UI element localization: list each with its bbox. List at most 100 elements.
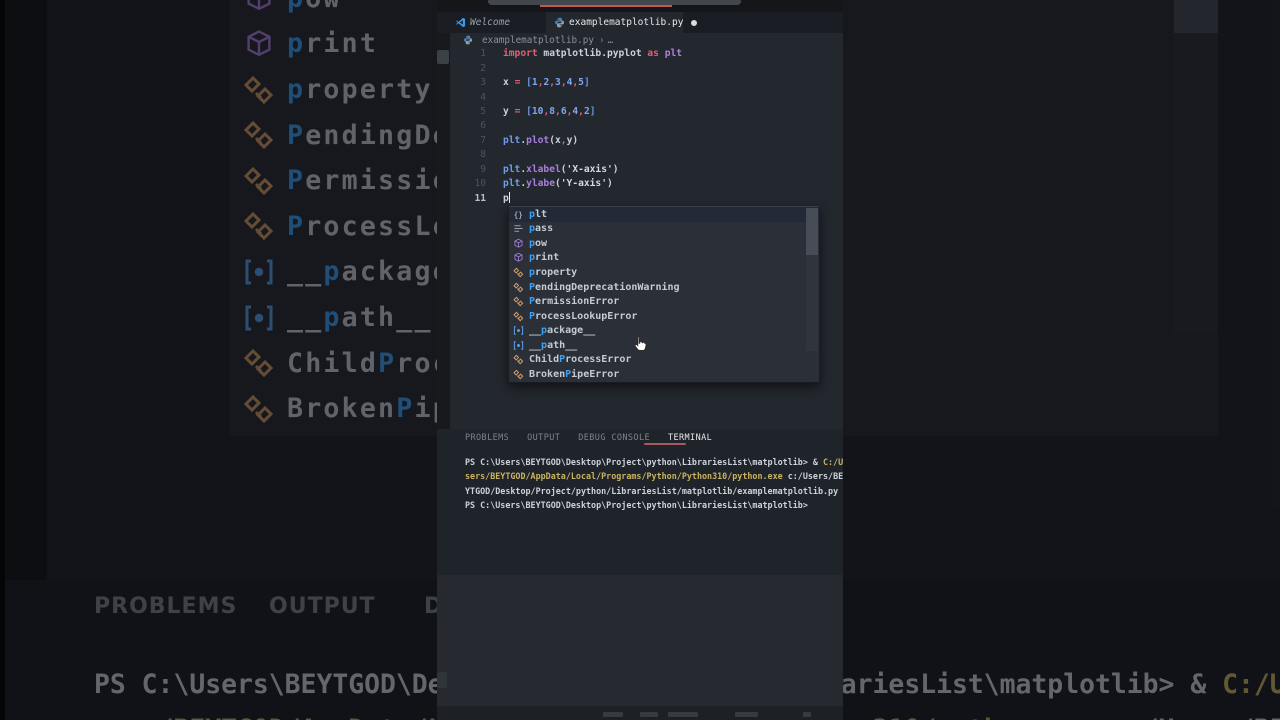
suggestion-item[interactable]: print — [509, 251, 819, 266]
class-symbol-icon — [513, 369, 524, 380]
terminal-output[interactable]: PS C:\Users\BEYTGOD\Desktop\Project\pyth… — [465, 455, 843, 512]
tab-welcome-label: Welcome — [470, 17, 511, 28]
vscode-window: Welcome examplematplotlib.py examplematp… — [437, 0, 843, 720]
code-text: import matplotlib.pyplot as plt — [503, 48, 683, 60]
class-symbol-icon — [513, 282, 524, 293]
code-line[interactable]: 1 import matplotlib.pyplot as plt — [450, 47, 843, 61]
suggestion-item[interactable]: ProcessLookupError — [509, 309, 819, 324]
terminal-line: PS C:\Users\BEYTGOD\Desktop\Project\pyth… — [465, 457, 843, 467]
function-symbol-icon — [513, 252, 524, 263]
suggestion-item[interactable]: pow — [509, 236, 819, 251]
code-text: plt.ylabe('Y-axis') — [503, 178, 613, 190]
suggestion-item[interactable]: pass — [509, 222, 819, 237]
suggestion-label: ChildProcessError — [529, 354, 632, 366]
suggestion-item[interactable]: __package__ — [509, 323, 819, 338]
panel-tab-problems[interactable]: PROBLEMS — [465, 433, 509, 443]
panel-tab-terminal[interactable]: TERMINAL — [668, 433, 712, 443]
keyword-symbol-icon — [513, 223, 524, 234]
taskbar-icon-mark — [640, 712, 658, 717]
code-text: p — [503, 191, 511, 204]
taskbar-icon-mark — [803, 712, 811, 717]
line-number: 10 — [474, 178, 486, 190]
ui-fragment — [437, 50, 449, 64]
class-symbol-icon — [513, 267, 524, 278]
class-symbol-icon — [513, 296, 524, 307]
tab-examplematplotlib[interactable]: examplematplotlib.py — [546, 12, 698, 33]
suggestion-label: pass — [529, 223, 554, 235]
code-line[interactable]: 5 y = [10,8,6,4,2] — [450, 105, 843, 119]
video-letterbox-fill — [437, 575, 843, 706]
intellisense-dropdown: {} plt pass pow print property PendingDeprecat… — [508, 206, 820, 383]
field-symbol-icon — [513, 340, 524, 351]
suggestion-item[interactable]: ChildProcessError — [509, 352, 819, 367]
ui-fragment — [437, 672, 447, 688]
python-file-icon — [554, 17, 565, 28]
taskbar-icon-mark — [735, 712, 758, 717]
tab-welcome[interactable]: Welcome — [437, 12, 519, 33]
line-number: 9 — [480, 163, 486, 175]
breadcrumb-more[interactable]: … — [608, 35, 614, 46]
suggestion-label: print — [529, 252, 560, 264]
screen: {} plt pass pow print property PendingDeprecat… — [0, 0, 1280, 720]
suggestion-item[interactable]: __path__ — [509, 338, 819, 353]
suggestion-item[interactable]: property — [509, 265, 819, 280]
code-text: plt.xlabel('X-axis') — [503, 163, 619, 175]
class-symbol-icon — [513, 311, 524, 322]
field-symbol-icon — [513, 325, 524, 336]
code-line[interactable]: 10 plt.ylabe('Y-axis') — [450, 177, 843, 191]
unsaved-changes-dot[interactable] — [691, 19, 698, 26]
suggestion-label: PermissionError — [529, 296, 620, 308]
code-line[interactable]: 11 p — [450, 191, 843, 206]
tab-active-label: examplematplotlib.py — [569, 17, 684, 28]
function-symbol-icon — [513, 238, 524, 249]
text-cursor — [508, 191, 511, 203]
suggest-scrollbar-thumb[interactable] — [806, 208, 818, 255]
suggestion-item[interactable]: BrokenPipeError — [509, 367, 819, 382]
suggestion-label: ProcessLookupError — [529, 310, 638, 322]
line-number: 2 — [480, 62, 486, 74]
suggestion-label: __package__ — [529, 325, 596, 337]
suggestion-label: plt — [529, 208, 548, 220]
editor-tab-bar: Welcome examplematplotlib.py — [437, 12, 843, 33]
code-line[interactable]: 2 — [450, 62, 843, 76]
taskbar-icon-mark — [603, 712, 623, 717]
breadcrumb-separator: › — [598, 34, 605, 46]
suggestion-item[interactable]: {} plt — [509, 207, 819, 222]
suggest-scrollbar-track[interactable] — [806, 255, 818, 351]
python-file-icon — [463, 35, 474, 46]
code-editor[interactable]: 1 import matplotlib.pyplot as plt 2 3 x = [1… — [450, 47, 843, 206]
active-tab-top-border — [540, 5, 672, 7]
line-number: 8 — [480, 149, 486, 161]
code-text: plt.plot(x,y) — [503, 134, 579, 146]
line-number: 6 — [480, 120, 486, 132]
panel-tab-debug-console[interactable]: DEBUG CONSOLE — [578, 433, 650, 443]
class-symbol-icon — [513, 354, 524, 365]
code-line[interactable]: 3 x = [1,2,3,4,5] — [450, 76, 843, 90]
module-symbol-icon: {} — [513, 209, 524, 220]
terminal-line: sers/BEYTGOD/AppData/Local/Programs/Pyth… — [465, 471, 843, 482]
mouse-cursor — [632, 334, 649, 355]
code-line[interactable]: 9 plt.xlabel('X-axis') — [450, 163, 843, 177]
breadcrumb[interactable]: examplematplotlib.py › … — [450, 33, 843, 47]
line-number: 4 — [480, 91, 486, 103]
line-number: 3 — [480, 77, 486, 89]
terminal-tab-underline — [644, 443, 686, 445]
vscode-logo-icon — [455, 17, 466, 28]
code-line[interactable]: 4 — [450, 91, 843, 105]
terminal-line: YTGOD/Desktop/Project/python/LibrariesLi… — [465, 485, 839, 496]
code-text: x = [1,2,3,4,5] — [503, 77, 590, 89]
suggestion-label: PendingDeprecationWarning — [529, 281, 680, 293]
code-text: y = [10,8,6,4,2] — [503, 105, 596, 117]
breadcrumb-file[interactable]: examplematplotlib.py — [482, 35, 594, 46]
suggestion-item[interactable]: PendingDeprecationWarning — [509, 280, 819, 295]
code-line[interactable]: 8 — [450, 148, 843, 162]
svg-text:{}: {} — [514, 210, 523, 219]
line-number: 11 — [474, 192, 486, 204]
terminal-line: PS C:\Users\BEYTGOD\Desktop\Project\pyth… — [465, 499, 808, 510]
suggestion-item[interactable]: PermissionError — [509, 294, 819, 309]
panel-tab-output[interactable]: OUTPUT — [527, 433, 560, 443]
code-line[interactable]: 6 — [450, 119, 843, 133]
suggestion-label: __path__ — [529, 339, 578, 351]
code-line[interactable]: 7 plt.plot(x,y) — [450, 134, 843, 148]
line-number: 7 — [480, 134, 486, 146]
